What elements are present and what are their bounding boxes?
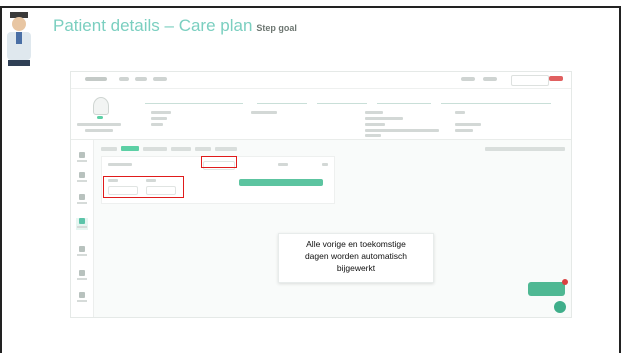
- field-label: [322, 163, 328, 166]
- doctor-avatar-icon: [7, 12, 31, 66]
- menu-item[interactable]: [135, 77, 147, 81]
- info-value: [151, 117, 167, 120]
- nav-item[interactable]: [76, 246, 88, 258]
- menu-item[interactable]: [153, 77, 167, 81]
- patient-name: [77, 123, 121, 126]
- patient-info: [85, 129, 113, 132]
- search-input[interactable]: [511, 75, 549, 86]
- nav-icon: [79, 152, 85, 158]
- tooltip-line-3: bijgewerkt: [336, 263, 376, 273]
- nav-item-care-plan[interactable]: [76, 218, 88, 230]
- nav-icon: [79, 270, 85, 276]
- tab[interactable]: [143, 147, 167, 151]
- nav-item[interactable]: [76, 270, 88, 282]
- left-navigation: [71, 140, 94, 317]
- header-field[interactable]: [145, 95, 243, 104]
- info-label: [455, 111, 465, 114]
- header-field[interactable]: [317, 95, 367, 104]
- info-value: [365, 123, 385, 126]
- nav-icon: [79, 194, 85, 200]
- nav-icon: [79, 292, 85, 298]
- nav-icon: [79, 172, 85, 178]
- tab[interactable]: [101, 147, 117, 151]
- status-badge: [97, 116, 103, 119]
- menu-item[interactable]: [461, 77, 475, 81]
- nav-item[interactable]: [76, 152, 88, 164]
- tab[interactable]: [195, 147, 211, 151]
- tab[interactable]: [215, 147, 237, 151]
- app-logo: [85, 77, 107, 81]
- slide-frame-left: [0, 6, 2, 353]
- header-field[interactable]: [377, 95, 431, 104]
- nav-icon: [79, 218, 85, 224]
- tab-options[interactable]: [485, 147, 565, 151]
- update-tooltip: Alle vorige en toekomstige dagen worden …: [278, 233, 434, 283]
- info-label: [365, 111, 383, 114]
- header-field[interactable]: [441, 95, 551, 104]
- page-title: Patient details – Care plan: [53, 16, 253, 35]
- nav-item[interactable]: [76, 172, 88, 184]
- nav-icon: [79, 246, 85, 252]
- info-label: [151, 111, 171, 114]
- field-label: [278, 163, 288, 166]
- add-icon[interactable]: [554, 301, 566, 313]
- info-value: [455, 129, 473, 132]
- nav-item[interactable]: [76, 292, 88, 304]
- save-button[interactable]: [528, 279, 568, 296]
- header-field[interactable]: [257, 95, 307, 104]
- app-topbar: [71, 72, 571, 89]
- info-value: [365, 134, 381, 137]
- tooltip-line-1: Alle vorige en toekomstige: [306, 239, 406, 249]
- info-label: [251, 111, 277, 114]
- logout-button[interactable]: [549, 76, 563, 81]
- nav-item[interactable]: [76, 194, 88, 206]
- info-value: [365, 117, 403, 120]
- patient-header: [71, 89, 571, 140]
- info-value: [365, 129, 439, 132]
- slide-frame-top: [0, 6, 621, 8]
- tooltip-line-2: dagen worden automatisch: [304, 251, 408, 261]
- tab[interactable]: [171, 147, 191, 151]
- info-value: [455, 123, 481, 126]
- tab-active[interactable]: [121, 146, 139, 151]
- step-label: Step goal: [256, 23, 297, 33]
- user-avatar-icon: [93, 97, 109, 115]
- care-plan-tabs: [93, 145, 571, 153]
- menu-item[interactable]: [483, 77, 497, 81]
- goal-label: [108, 163, 132, 166]
- highlight-goal-input: [201, 156, 237, 168]
- apply-button[interactable]: [239, 179, 323, 186]
- slide-title: Patient details – Care plan Step goal: [53, 16, 297, 36]
- info-value: [151, 123, 163, 126]
- highlight-date-range: [103, 176, 184, 198]
- menu-item[interactable]: [119, 77, 129, 81]
